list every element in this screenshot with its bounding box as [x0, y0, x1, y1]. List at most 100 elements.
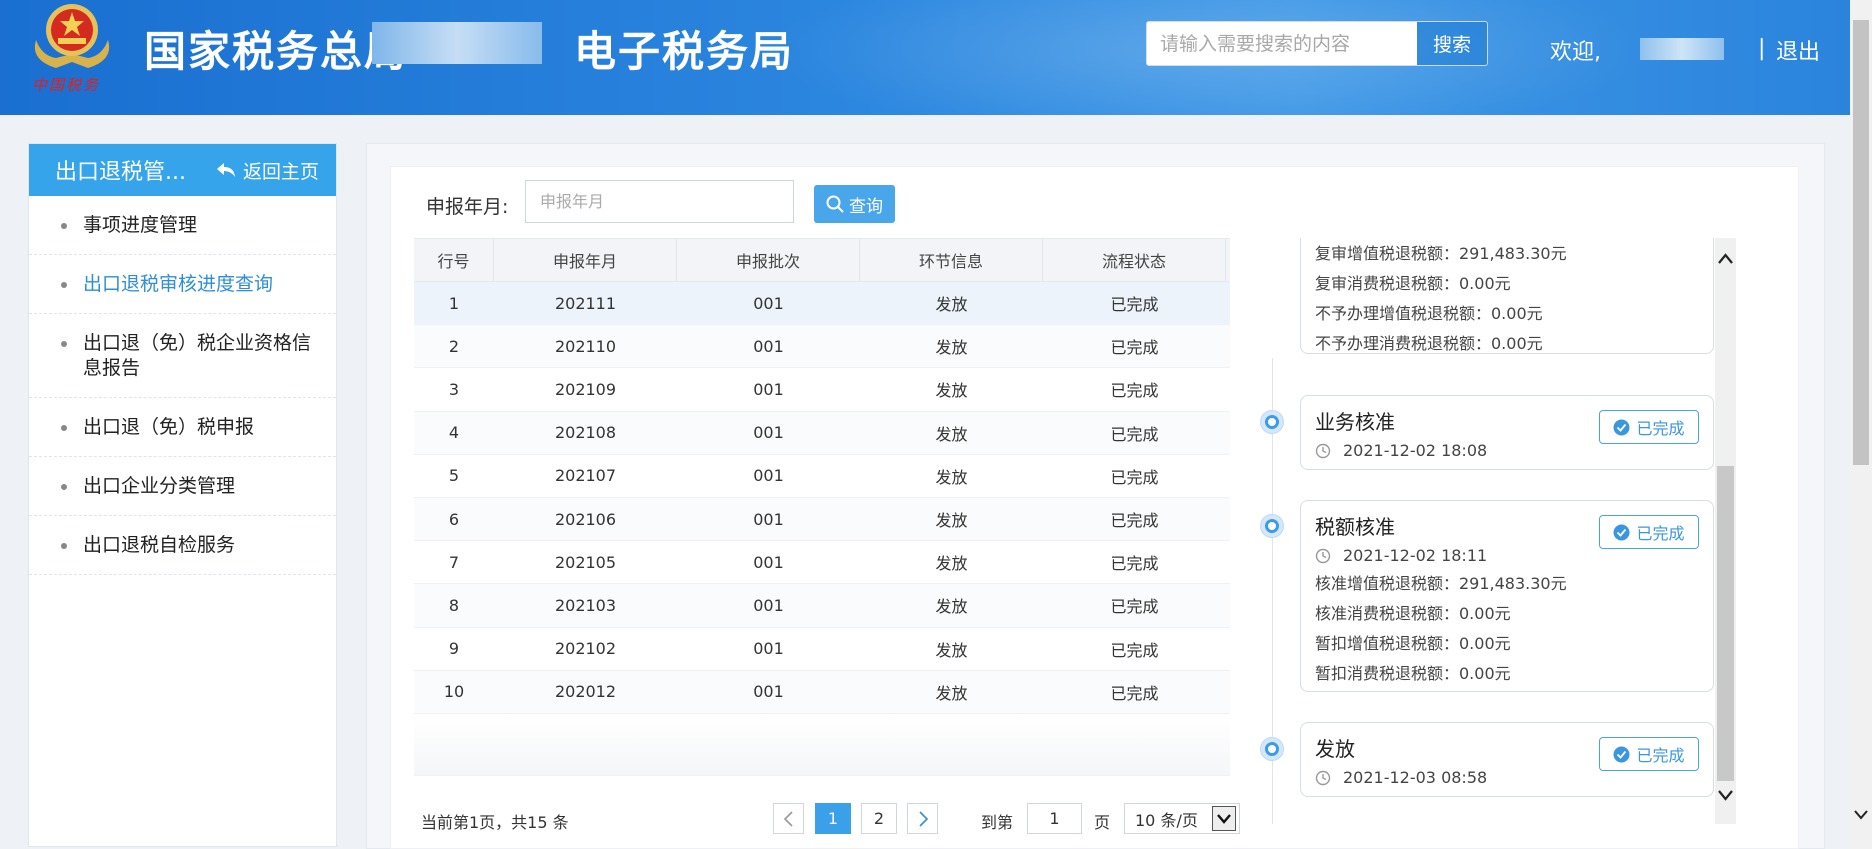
page-scrollbar[interactable] [1850, 0, 1872, 849]
filter-label: 申报年月: [426, 196, 509, 218]
search-input[interactable] [1147, 22, 1416, 65]
timeline-card-tax-approval: 税额核准 2021-12-02 18:11 核准增值税退税额：291,483.3… [1300, 500, 1714, 692]
next-page-button[interactable] [907, 803, 938, 834]
timeline-scrollbar[interactable] [1715, 238, 1736, 824]
page-button[interactable]: 1 [815, 803, 851, 834]
sidebar-item-review-progress-query[interactable]: 出口退税审核进度查询 [29, 255, 336, 314]
column-header[interactable]: 环节信息 [860, 239, 1043, 281]
table-cell: 202107 [554, 466, 617, 486]
table-cell: 发放 [935, 424, 968, 444]
chevron-right-icon [918, 810, 928, 827]
table-cell: 202110 [554, 336, 617, 356]
table-row[interactable]: 1 202111 001 发放 已完成 [414, 282, 1230, 326]
table-row[interactable]: 4 202108 001 发放 已完成 [414, 411, 1230, 455]
card-time-value: 2021-12-02 18:11 [1343, 546, 1488, 565]
check-circle-icon [1613, 746, 1630, 762]
goto-page-input[interactable] [1027, 803, 1082, 834]
chevron-down-icon[interactable] [1212, 806, 1236, 831]
check-circle-icon [1613, 419, 1630, 435]
table-cell: 001 [753, 682, 784, 702]
table-cell: 已完成 [1110, 295, 1159, 315]
timeline-node [1261, 738, 1283, 760]
search-button[interactable]: 搜索 [1416, 22, 1487, 65]
table-row[interactable]: 7 202105 001 发放 已完成 [414, 541, 1230, 585]
table-row[interactable]: 9 202102 001 发放 已完成 [414, 628, 1230, 671]
table-cell: 发放 [935, 295, 968, 315]
table-cell: 202111 [554, 293, 617, 313]
sidebar-item-declaration[interactable]: 出口退（免）税申报 [29, 398, 336, 457]
table-cell: 发放 [935, 597, 968, 617]
table-cell: 202102 [554, 639, 617, 659]
header-separator: | [1758, 36, 1766, 61]
chevron-down-icon[interactable] [1717, 788, 1734, 802]
card-detail-line: 核准消费税退税额：0.00元 [1315, 604, 1511, 623]
page-scroll-thumb[interactable] [1853, 20, 1869, 465]
table-row[interactable]: 3 202109 001 发放 已完成 [414, 368, 1230, 412]
card-detail-line: 不予办理消费税退税额：0.00元 [1315, 334, 1543, 353]
table-cell: 已完成 [1110, 381, 1159, 401]
table-cell: 已完成 [1110, 640, 1159, 660]
table-cell: 已完成 [1110, 554, 1159, 574]
column-header[interactable]: 行号 [414, 239, 494, 281]
table-cell: 001 [753, 336, 784, 356]
table-cell: 已完成 [1110, 683, 1159, 703]
page-size-select[interactable]: 10 条/页 [1124, 803, 1240, 834]
table-cell: 3 [448, 379, 460, 399]
table-cell: 已完成 [1110, 597, 1159, 617]
column-header[interactable]: 申报年月 [494, 239, 677, 281]
logout-link[interactable]: 退出 [1776, 34, 1820, 66]
table-cell: 202108 [554, 423, 617, 443]
table-cell: 9 [448, 639, 460, 659]
table-cell: 5 [448, 466, 460, 486]
table-cell: 发放 [935, 381, 968, 401]
table-cell: 6 [448, 509, 460, 529]
card-detail-line: 复审消费税退税额：0.00元 [1315, 274, 1511, 293]
back-arrow-icon [216, 163, 235, 177]
query-button[interactable]: 查询 [814, 185, 895, 223]
clock-icon [1315, 770, 1331, 785]
status-text: 已完成 [1636, 524, 1685, 543]
table-cell: 001 [753, 293, 784, 313]
back-home-label: 返回主页 [242, 160, 319, 183]
sidebar-item-classification[interactable]: 出口企业分类管理 [29, 457, 336, 516]
declare-month-input[interactable] [525, 180, 794, 223]
card-detail-line: 核准增值税退税额：291,483.30元 [1315, 574, 1567, 593]
status-badge: 已完成 [1599, 737, 1699, 771]
chevron-down-icon[interactable] [1853, 808, 1869, 822]
table-row[interactable]: 2 202110 001 发放 已完成 [414, 325, 1230, 369]
table-cell: 202103 [554, 595, 617, 615]
table-cell: 202109 [554, 379, 617, 399]
back-home-link[interactable]: 返回主页 [216, 157, 319, 184]
timeline-node [1261, 411, 1283, 433]
chevron-up-icon[interactable] [1717, 252, 1734, 266]
sidebar: 出口退税管... 返回主页 事项进度管理 出口退税审核进度查询 出口退（免）税企… [28, 143, 337, 847]
timeline-scroll-thumb[interactable] [1717, 466, 1734, 781]
table-cell: 已完成 [1110, 338, 1159, 358]
table-cell: 8 [448, 595, 460, 615]
table-row[interactable]: 8 202103 001 发放 已完成 [414, 584, 1230, 628]
sidebar-item-self-check[interactable]: 出口退税自检服务 [29, 516, 336, 575]
table-row[interactable]: 10 202012 001 发放 已完成 [414, 670, 1230, 714]
table-cell: 001 [753, 595, 784, 615]
site-title-left: 国家税务总局 [144, 27, 409, 76]
table-cell: 发放 [935, 338, 968, 358]
column-header[interactable]: 流程状态 [1043, 239, 1226, 281]
status-badge: 已完成 [1599, 410, 1699, 444]
table-cell: 7 [448, 552, 460, 572]
table-cell: 001 [753, 379, 784, 399]
sidebar-item-progress-management[interactable]: 事项进度管理 [29, 196, 336, 255]
timeline-card-business-approval: 业务核准 2021-12-02 18:08 已完成 [1300, 395, 1714, 470]
card-detail-line: 暂扣消费税退税额：0.00元 [1315, 664, 1511, 683]
table-empty-area [414, 713, 1230, 776]
table-row[interactable]: 6 202106 001 发放 已完成 [414, 497, 1230, 542]
table-cell: 2 [448, 336, 460, 356]
card-time-value: 2021-12-02 18:08 [1343, 441, 1488, 460]
table-row[interactable]: 5 202107 001 发放 已完成 [414, 455, 1230, 498]
table-cell: 202012 [554, 682, 617, 702]
emblem-caption: 中国税务 [32, 76, 101, 94]
redacted-region [372, 22, 542, 64]
sidebar-item-qualification-report[interactable]: 出口退（免）税企业资格信息报告 [29, 314, 336, 398]
prev-page-button[interactable] [773, 803, 804, 834]
page-button[interactable]: 2 [861, 803, 897, 834]
column-header[interactable]: 申报批次 [677, 239, 860, 281]
